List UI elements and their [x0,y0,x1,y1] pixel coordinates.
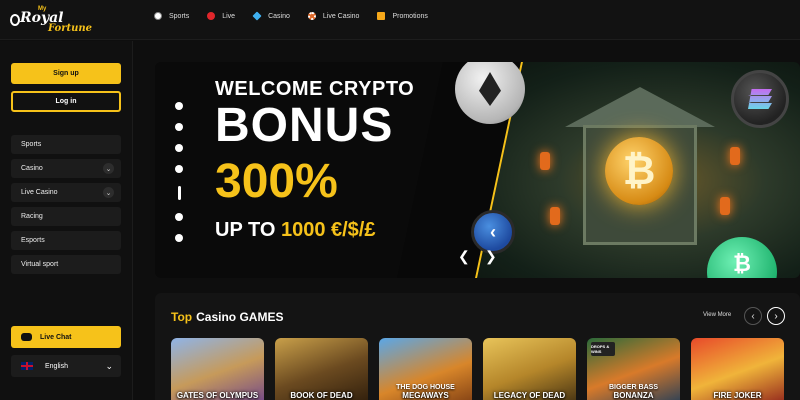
login-button[interactable]: Log in [11,91,121,112]
sidebar: Sign up Log in Sports Casino ⌄ Live Casi… [0,41,133,400]
nav-label: Live Casino [322,12,360,20]
logo-emblem-icon [10,14,20,26]
nav-label: Sports [169,12,190,20]
drops-and-wins-badge: DROPS & WINS [591,342,615,356]
nav-live-casino[interactable]: Live Casino [307,12,360,20]
banner-next-arrow-icon[interactable]: ❯ [485,248,497,265]
sidebar-item-esports[interactable]: Esports [11,231,121,250]
game-title: LEGACY OF DEAD [493,391,566,400]
nav-promotions[interactable]: Promotions [377,12,428,20]
slide-dot[interactable] [175,234,183,242]
banner-amount-value: 1000 €/$/£ [280,219,376,241]
slide-dot-active[interactable] [177,186,181,200]
banner-amount: UP TO 1000 €/$/£ [215,219,375,242]
slide-dot[interactable] [175,123,183,131]
sidebar-item-casino[interactable]: Casino ⌄ [11,159,121,178]
slide-indicators [175,102,183,255]
uk-flag-icon [21,362,33,370]
nav-label: Casino [268,12,290,20]
main-nav: Sports Live Casino Live Casino Promotion… [154,11,446,21]
chat-icon [21,333,32,341]
sidebar-item-racing[interactable]: Racing [11,207,121,226]
logo-fortune: Fortune [48,23,93,34]
roulette-icon [307,12,316,20]
game-tile-dog-house[interactable]: THE DOG HOUSE MEGAWAYS [379,338,472,400]
soccer-ball-icon [154,12,162,20]
game-tile-book-of-dead[interactable]: BOOK OF DEAD [275,338,368,400]
solana-coin-icon [731,70,789,128]
language-label: English [45,362,68,370]
game-title: FIRE JOKER [713,391,762,400]
game-subtitle: BIGGER BASS [608,384,658,391]
banner-amount-prefix: UP TO [215,219,281,241]
logo[interactable]: My Royal Fortune [10,6,93,36]
banner-bonus: BONUS [215,99,394,152]
view-more-link[interactable]: View More [703,312,731,318]
sidebar-item-virtual-sport[interactable]: Virtual sport [11,255,121,274]
slide-dot[interactable] [175,102,183,110]
sidebar-item-label: Casino [21,165,43,172]
live-chat-button[interactable]: Live Chat [11,326,121,348]
top-games-section: Top Casino GAMES View More ‹ › GATES OF O… [155,293,800,400]
nav-casino[interactable]: Casino [252,11,290,21]
sidebar-item-live-casino[interactable]: Live Casino ⌄ [11,183,121,202]
slide-dot[interactable] [175,165,183,173]
banner-prev-arrow-icon[interactable]: ❮ [458,248,470,265]
chevron-down-icon[interactable]: ⌄ [103,163,114,174]
slide-dot[interactable] [175,213,183,221]
sidebar-item-sports[interactable]: Sports [11,135,121,154]
lantern-icon [730,147,740,165]
sidebar-item-label: Sports [21,141,42,148]
app-root: My Royal Fortune Sports Live Casino Live… [0,0,800,400]
banner-percent: 300% [215,155,338,208]
nav-live[interactable]: Live [207,12,235,20]
nav-label: Live [222,12,236,20]
sidebar-item-label: Racing [21,213,43,220]
section-title: Top Casino GAMES [171,310,283,324]
nav-sports[interactable]: Sports [154,12,189,20]
game-subtitle: THE DOG HOUSE [396,384,455,391]
game-tile-bigger-bass-bonanza[interactable]: DROPS & WINS BIGGER BASS BONANZA [587,338,680,400]
games-prev-arrow-icon[interactable]: ‹ [744,307,762,325]
signup-button[interactable]: Sign up [11,63,121,84]
game-tile-gates-of-olympus[interactable]: GATES OF OLYMPUS [171,338,264,400]
promo-banner[interactable]: ₿ ‹ ₿ WELCOME CRYPTO BONUS 300% UP TO 10… [155,62,800,278]
sidebar-item-label: Esports [21,237,45,244]
slide-dot[interactable] [175,144,183,152]
chevron-down-icon: ⌄ [105,361,113,371]
lantern-icon [720,197,730,215]
section-title-highlight: Top [171,310,193,324]
game-tile-fire-joker[interactable]: FIRE JOKER [691,338,784,400]
games-next-arrow-icon[interactable]: › [767,307,785,325]
lantern-icon [550,207,560,225]
game-tile-legacy-of-dead[interactable]: LEGACY OF DEAD [483,338,576,400]
gift-icon [377,12,386,20]
game-title: BONANZA [613,391,654,400]
nav-label: Promotions [392,12,428,20]
chevron-down-icon[interactable]: ⌄ [103,187,114,198]
sidebar-item-label: Virtual sport [21,261,59,268]
section-title-rest: Casino GAMES [196,310,284,324]
game-title: MEGAWAYS [402,391,449,400]
top-bar: My Royal Fortune Sports Live Casino Live… [0,0,800,40]
game-title: GATES OF OLYMPUS [176,391,259,400]
diamond-icon [252,11,262,21]
sidebar-item-label: Live Casino [21,189,58,196]
lantern-icon [540,152,550,170]
live-chat-label: Live Chat [40,333,72,341]
live-icon [207,12,216,20]
game-title: BOOK OF DEAD [290,391,353,400]
bitcoin-coin-icon: ₿ [605,137,673,205]
language-select[interactable]: English ⌄ [11,355,121,377]
